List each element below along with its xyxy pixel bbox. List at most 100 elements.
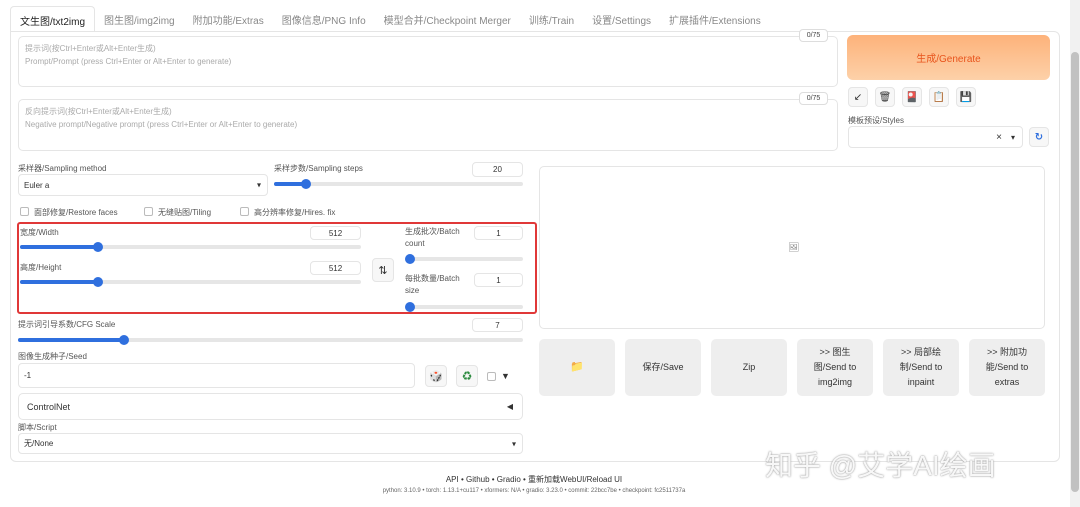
width-slider[interactable]: [20, 240, 361, 254]
tab-png-info[interactable]: 图像信息/PNG Info: [273, 6, 375, 32]
trash-icon: 🗑: [878, 91, 892, 103]
collapse-icon: ◀: [506, 402, 513, 411]
tab-extras[interactable]: 附加功能/Extras: [184, 6, 273, 32]
send-to-inpaint-line2: 制/Send to: [899, 362, 943, 372]
slider-handle[interactable]: [119, 335, 130, 345]
tiling-checkbox[interactable]: [144, 207, 153, 216]
sampling-steps-slider[interactable]: [274, 177, 523, 191]
extra-seed-toggle[interactable]: ▼: [501, 371, 510, 381]
hires-fix-label: 高分辨率修复/Hires. fix: [254, 208, 336, 217]
arrow-icon: ↙: [853, 91, 863, 103]
open-folder-button[interactable]: 📁: [539, 339, 615, 396]
seed-value: -1: [24, 371, 32, 380]
cfg-scale-input[interactable]: 7: [472, 318, 523, 332]
swap-dimensions-button[interactable]: ⇅: [372, 258, 394, 282]
slider-handle[interactable]: [93, 242, 104, 252]
send-to-extras-line1: >> 附加功: [986, 347, 1027, 357]
read-params-button[interactable]: ↙: [848, 87, 868, 107]
send-to-inpaint-line3: inpaint: [907, 377, 935, 387]
restore-faces-checkbox[interactable]: [20, 207, 29, 216]
batch-count-input[interactable]: 1: [474, 226, 523, 240]
height-slider[interactable]: [20, 275, 361, 289]
sampling-method-value: Euler a: [24, 180, 50, 190]
batch-size-slider[interactable]: [405, 300, 523, 314]
controlnet-accordion[interactable]: ControlNet ◀: [18, 393, 523, 420]
batch-size-label: 每批数量/Batch size: [405, 273, 460, 297]
extra-seed-checkbox[interactable]: [487, 372, 496, 381]
folder-icon: 📁: [570, 361, 584, 373]
cfg-scale-slider[interactable]: [18, 333, 523, 347]
batch-count-label-line2: count: [405, 239, 425, 248]
send-to-extras-button[interactable]: >> 附加功 能/Send to extras: [969, 339, 1045, 396]
controlnet-label: ControlNet: [27, 402, 71, 412]
tab-extensions[interactable]: 扩展插件/Extensions: [660, 6, 770, 32]
send-to-extras-line2: 能/Send to: [985, 362, 1029, 372]
random-seed-button[interactable]: 🎲: [425, 365, 447, 387]
script-select[interactable]: 无/None ▾: [18, 433, 523, 454]
save-style-button[interactable]: 💾: [956, 87, 976, 107]
negative-prompt-token-counter: 0/75: [799, 92, 828, 105]
reuse-seed-button[interactable]: ♻: [456, 365, 478, 387]
seed-label: 图像生成种子/Seed: [18, 352, 87, 361]
hires-fix-checkbox[interactable]: [240, 207, 249, 216]
slider-handle[interactable]: [93, 277, 104, 287]
width-input[interactable]: 512: [310, 226, 361, 240]
styles-clear-icon[interactable]: ×: [996, 132, 1002, 143]
prompt-placeholder-line1: 提示词(按Ctrl+Enter或Alt+Enter生成): [25, 44, 156, 53]
clear-prompt-button[interactable]: 🗑: [875, 87, 895, 107]
tab-settings[interactable]: 设置/Settings: [583, 6, 660, 32]
script-label: 脚本/Script: [18, 423, 57, 432]
page-scrollbar[interactable]: [1070, 0, 1080, 507]
width-label: 宽度/Width: [20, 228, 59, 237]
apply-style-button[interactable]: 📋: [929, 87, 949, 107]
tab-train[interactable]: 训练/Train: [520, 6, 583, 32]
dice-icon: 🎲: [429, 370, 443, 383]
watermark: 知乎 @艾学AI绘画: [765, 450, 996, 481]
image-placeholder-icon: 🖼: [788, 242, 800, 252]
scrollbar-thumb[interactable]: [1071, 52, 1079, 492]
batch-size-input[interactable]: 1: [474, 273, 523, 287]
negative-prompt-input[interactable]: 反向提示词(按Ctrl+Enter或Alt+Enter生成) Negative …: [18, 99, 838, 151]
generate-button[interactable]: 生成/Generate: [847, 35, 1050, 80]
save-icon: 💾: [959, 91, 973, 103]
cfg-scale-label: 提示词引导系数/CFG Scale: [18, 320, 116, 329]
send-to-img2img-line1: >> 图生: [819, 347, 851, 357]
sampling-method-label: 采样器/Sampling method: [18, 164, 107, 173]
tab-txt2img[interactable]: 文生图/txt2img: [10, 6, 96, 32]
prompt-input[interactable]: 提示词(按Ctrl+Enter或Alt+Enter生成) Prompt/Prom…: [18, 36, 838, 87]
send-to-img2img-line3: img2img: [817, 377, 852, 387]
extra-networks-button[interactable]: 🎴: [902, 87, 922, 107]
send-to-img2img-button[interactable]: >> 图生 图/Send to img2img: [797, 339, 873, 396]
card-icon: 🎴: [905, 91, 919, 103]
output-image-area: 🖼: [539, 166, 1045, 329]
negative-prompt-placeholder-line2: Negative prompt/Negative prompt (press C…: [25, 120, 298, 129]
webui-page: 文生图/txt2img 图生图/img2img 附加功能/Extras 图像信息…: [0, 0, 1080, 507]
slider-handle[interactable]: [405, 254, 415, 264]
chevron-down-icon: ▾: [256, 180, 261, 190]
height-label: 高度/Height: [20, 263, 62, 272]
styles-dropdown[interactable]: × ▾: [848, 126, 1023, 148]
slider-handle[interactable]: [301, 179, 312, 189]
send-to-img2img-line2: 图/Send to: [813, 362, 857, 372]
refresh-icon: ↻: [1034, 131, 1044, 143]
main-tabs: 文生图/txt2img 图生图/img2img 附加功能/Extras 图像信息…: [10, 6, 770, 32]
sampling-steps-input[interactable]: 20: [472, 162, 523, 177]
negative-prompt-placeholder-line1: 反向提示词(按Ctrl+Enter或Alt+Enter生成): [25, 107, 172, 116]
refresh-styles-button[interactable]: ↻: [1029, 127, 1049, 147]
batch-count-label: 生成批次/Batch count: [405, 226, 460, 250]
tab-checkpoint-merger[interactable]: 模型合并/Checkpoint Merger: [375, 6, 520, 32]
send-to-inpaint-button[interactable]: >> 局部绘 制/Send to inpaint: [883, 339, 959, 396]
slider-handle[interactable]: [405, 302, 415, 312]
height-input[interactable]: 512: [310, 261, 361, 275]
footer-versions: python: 3.10.9 • torch: 1.13.1+cu117 • x…: [382, 488, 686, 494]
sampling-method-select[interactable]: Euler a ▾: [18, 174, 268, 196]
seed-input[interactable]: -1: [18, 363, 415, 388]
batch-count-slider[interactable]: [405, 252, 523, 266]
prompt-token-counter: 0/75: [799, 29, 828, 42]
chevron-down-icon: ▾: [1010, 132, 1015, 142]
tab-img2img[interactable]: 图生图/img2img: [95, 6, 184, 32]
send-to-inpaint-line1: >> 局部绘: [900, 347, 941, 357]
save-button[interactable]: 保存/Save: [625, 339, 701, 396]
zip-button[interactable]: Zip: [711, 339, 787, 396]
sampling-steps-label: 采样步数/Sampling steps: [274, 164, 363, 173]
